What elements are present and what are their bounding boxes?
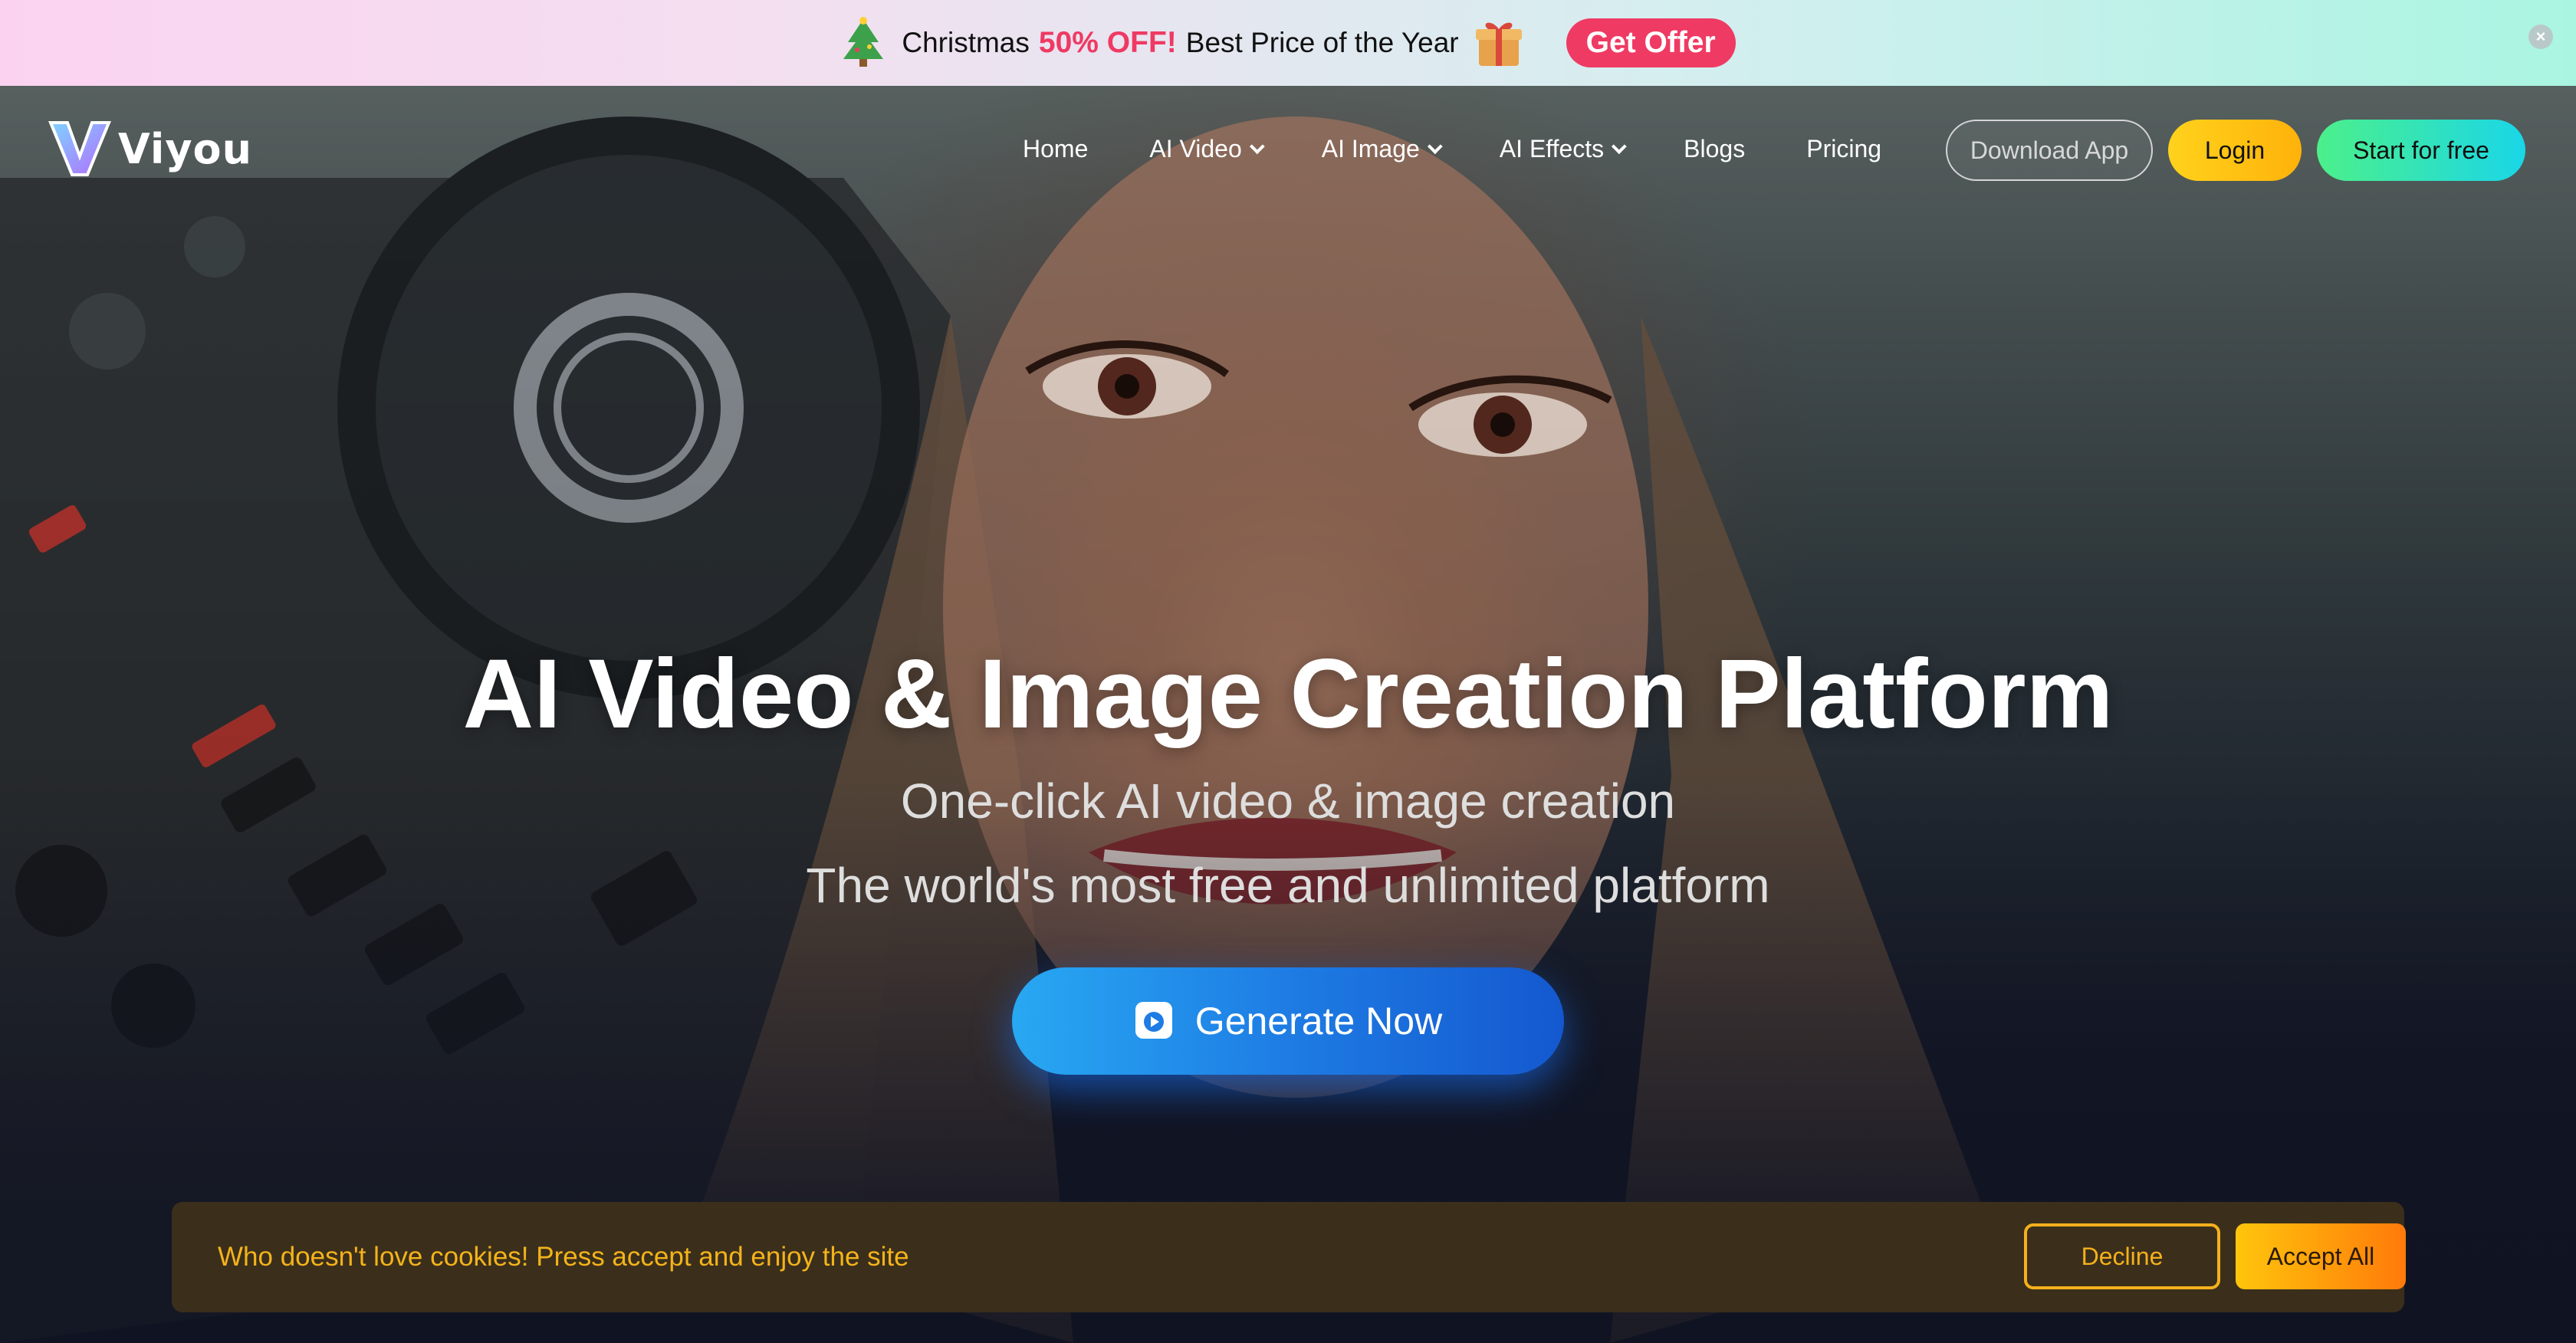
hero-subtitle-1: One-click AI video & image creation (900, 773, 1676, 829)
get-offer-button[interactable]: Get Offer (1566, 18, 1736, 67)
generate-now-button[interactable]: Generate Now (1012, 967, 1564, 1075)
chevron-down-icon (1612, 139, 1627, 155)
chevron-down-icon (1249, 139, 1265, 155)
nav-blogs-label: Blogs (1684, 134, 1746, 163)
top-nav: Viyou Home AI Video AI Image AI Effects … (0, 86, 2576, 212)
login-button[interactable]: Login (2168, 120, 2302, 181)
nav-ai-image[interactable]: AI Image (1321, 134, 1443, 163)
chevron-down-icon (1427, 139, 1443, 155)
nav-home[interactable]: Home (1023, 135, 1088, 163)
promo-text-after: Best Price of the Year (1185, 27, 1459, 58)
christmas-tree-icon (840, 16, 886, 70)
close-icon[interactable]: × (2528, 25, 2553, 49)
nav-blogs[interactable]: Blogs (1684, 135, 1745, 163)
accept-all-button[interactable]: Accept All (2236, 1223, 2406, 1289)
generate-now-label: Generate Now (1194, 1000, 1443, 1043)
cookie-banner: Who doesn't love cookies! Press accept a… (172, 1202, 2406, 1312)
promo-discount: 50% OFF! (1038, 26, 1177, 59)
nav-ai-image-label: AI Image (1321, 134, 1420, 163)
nav-home-label: Home (1023, 134, 1089, 163)
promo-text: Christmas 50% OFF! Best Price of the Yea… (902, 26, 1458, 60)
start-for-free-button[interactable]: Start for free (2317, 120, 2525, 181)
nav-ai-effects-label: AI Effects (1499, 134, 1605, 163)
nav-pricing-label: Pricing (1806, 134, 1882, 163)
nav-ai-effects[interactable]: AI Effects (1499, 134, 1627, 163)
promo-banner: Christmas 50% OFF! Best Price of the Yea… (0, 0, 2576, 86)
logo[interactable]: Viyou (48, 117, 252, 182)
nav-links: Home AI Video AI Image AI Effects Blogs … (1023, 86, 1943, 212)
cookie-message: Who doesn't love cookies! Press accept a… (218, 1242, 909, 1272)
nav-ai-video-label: AI Video (1149, 134, 1242, 163)
nav-ai-video[interactable]: AI Video (1149, 134, 1265, 163)
video-play-icon (1134, 1000, 1174, 1043)
promo-content: Christmas 50% OFF! Best Price of the Yea… (840, 16, 1736, 70)
logo-text: Viyou (118, 125, 253, 173)
promo-text-before: Christmas (902, 27, 1030, 58)
nav-pricing[interactable]: Pricing (1806, 135, 1881, 163)
decline-button[interactable]: Decline (2024, 1223, 2220, 1289)
logo-v-icon (48, 117, 112, 182)
gift-box-icon (1474, 17, 1523, 69)
hero-title: AI Video & Image Creation Platform (462, 639, 2114, 749)
download-app-button[interactable]: Download App (1946, 120, 2153, 181)
hero-subtitle-2: The world's most free and unlimited plat… (806, 858, 1770, 913)
